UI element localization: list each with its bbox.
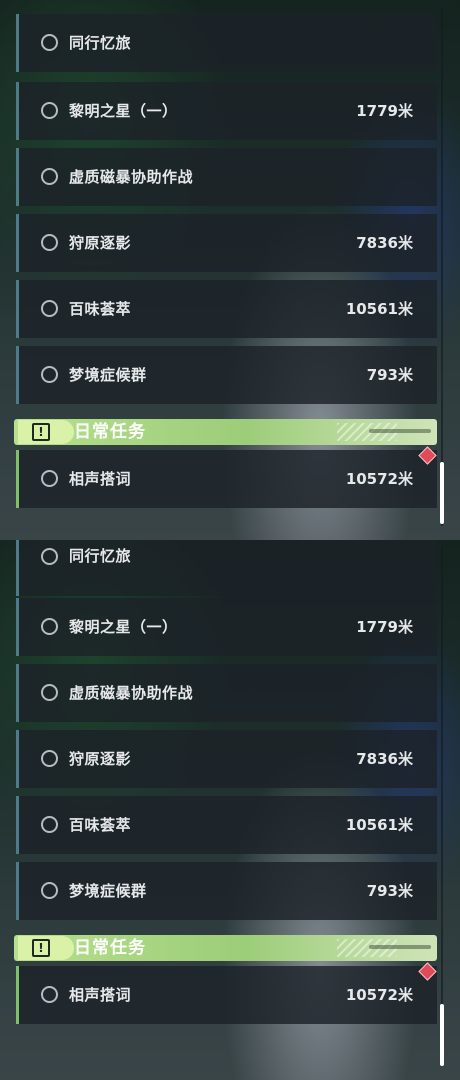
quest-name: 同行忆旅 xyxy=(69,547,132,565)
quest-list: 同行忆旅 黎明之星（一） 1779米 虚质磁暴协助作战 狩原逐影 7836米 百… xyxy=(0,0,460,540)
daily-tasks-badge: ! xyxy=(18,936,74,960)
scrollbar-track[interactable] xyxy=(441,8,443,526)
quest-item[interactable]: 百味荟萃 10561米 xyxy=(16,280,437,338)
quest-name: 黎明之星（一） xyxy=(69,618,178,636)
quest-name: 狩原逐影 xyxy=(69,750,132,768)
daily-quest-item[interactable]: 相声搭词 10572米 xyxy=(16,450,437,508)
quest-tracker-panel: 同行忆旅 黎明之星（一） 1779米 虚质磁暴协助作战 狩原逐影 7836米 百… xyxy=(0,540,460,1080)
exclamation-square-icon: ! xyxy=(32,423,50,441)
quest-name: 百味荟萃 xyxy=(69,816,132,834)
daily-tasks-title: 日常任务 xyxy=(74,938,146,958)
quest-item[interactable]: 同行忆旅 xyxy=(16,540,437,596)
header-fine-print-decoration xyxy=(369,945,431,949)
quest-name: 百味荟萃 xyxy=(69,300,132,318)
quest-item[interactable]: 梦境症候群 793米 xyxy=(16,862,437,920)
scrollbar-thumb[interactable] xyxy=(440,1004,444,1066)
quest-item[interactable]: 虚质磁暴协助作战 xyxy=(16,664,437,722)
quest-name: 虚质磁暴协助作战 xyxy=(69,684,194,702)
daily-tasks-header[interactable]: ! 日常任务 xyxy=(14,419,437,445)
quest-name: 狩原逐影 xyxy=(69,234,132,252)
scrollbar-track[interactable] xyxy=(441,548,443,1066)
quest-status-circle-icon xyxy=(41,816,58,833)
quest-status-circle-icon xyxy=(41,618,58,635)
quest-item[interactable]: 百味荟萃 10561米 xyxy=(16,796,437,854)
quest-distance: 793米 xyxy=(366,882,413,900)
quest-item[interactable]: 虚质磁暴协助作战 xyxy=(16,148,437,206)
quest-status-circle-icon xyxy=(41,548,58,565)
quest-item[interactable]: 狩原逐影 7836米 xyxy=(16,730,437,788)
quest-status-circle-icon xyxy=(41,168,58,185)
quest-distance: 7836米 xyxy=(356,750,413,768)
quest-status-circle-icon xyxy=(41,34,58,51)
daily-tasks-title: 日常任务 xyxy=(74,422,146,442)
quest-name: 梦境症候群 xyxy=(69,366,147,384)
quest-tracker-panel: 同行忆旅 黎明之星（一） 1779米 虚质磁暴协助作战 狩原逐影 7836米 百… xyxy=(0,0,460,540)
quest-status-circle-icon xyxy=(41,684,58,701)
quest-distance: 793米 xyxy=(366,366,413,384)
quest-status-circle-icon xyxy=(41,986,58,1003)
daily-tasks-badge: ! xyxy=(18,420,74,444)
quest-distance: 10561米 xyxy=(345,816,413,834)
quest-name: 同行忆旅 xyxy=(69,34,132,52)
quest-status-circle-icon xyxy=(41,750,58,767)
quest-distance: 10572米 xyxy=(345,470,413,488)
daily-quest-item[interactable]: 相声搭词 10572米 xyxy=(16,966,437,1024)
quest-name: 黎明之星（一） xyxy=(69,102,178,120)
quest-status-circle-icon xyxy=(41,882,58,899)
quest-list: 同行忆旅 黎明之星（一） 1779米 虚质磁暴协助作战 狩原逐影 7836米 百… xyxy=(0,540,460,1080)
quest-distance: 10572米 xyxy=(345,986,413,1004)
quest-name: 相声搭词 xyxy=(69,470,132,488)
quest-item[interactable]: 梦境症候群 793米 xyxy=(16,346,437,404)
quest-name: 相声搭词 xyxy=(69,986,132,1004)
quest-item[interactable]: 同行忆旅 xyxy=(16,14,437,72)
exclamation-square-icon: ! xyxy=(32,939,50,957)
quest-distance: 7836米 xyxy=(356,234,413,252)
quest-name: 梦境症候群 xyxy=(69,882,147,900)
scrollbar-thumb[interactable] xyxy=(440,462,444,524)
quest-item[interactable]: 黎明之星（一） 1779米 xyxy=(16,598,437,656)
quest-status-circle-icon xyxy=(41,470,58,487)
quest-status-circle-icon xyxy=(41,102,58,119)
quest-distance: 1779米 xyxy=(356,618,413,636)
quest-item[interactable]: 狩原逐影 7836米 xyxy=(16,214,437,272)
daily-tasks-header[interactable]: ! 日常任务 xyxy=(14,935,437,961)
quest-status-circle-icon xyxy=(41,366,58,383)
quest-distance: 10561米 xyxy=(345,300,413,318)
quest-item[interactable]: 黎明之星（一） 1779米 xyxy=(16,82,437,140)
quest-status-circle-icon xyxy=(41,234,58,251)
quest-name: 虚质磁暴协助作战 xyxy=(69,168,194,186)
header-fine-print-decoration xyxy=(369,429,431,433)
quest-status-circle-icon xyxy=(41,300,58,317)
quest-distance: 1779米 xyxy=(356,102,413,120)
